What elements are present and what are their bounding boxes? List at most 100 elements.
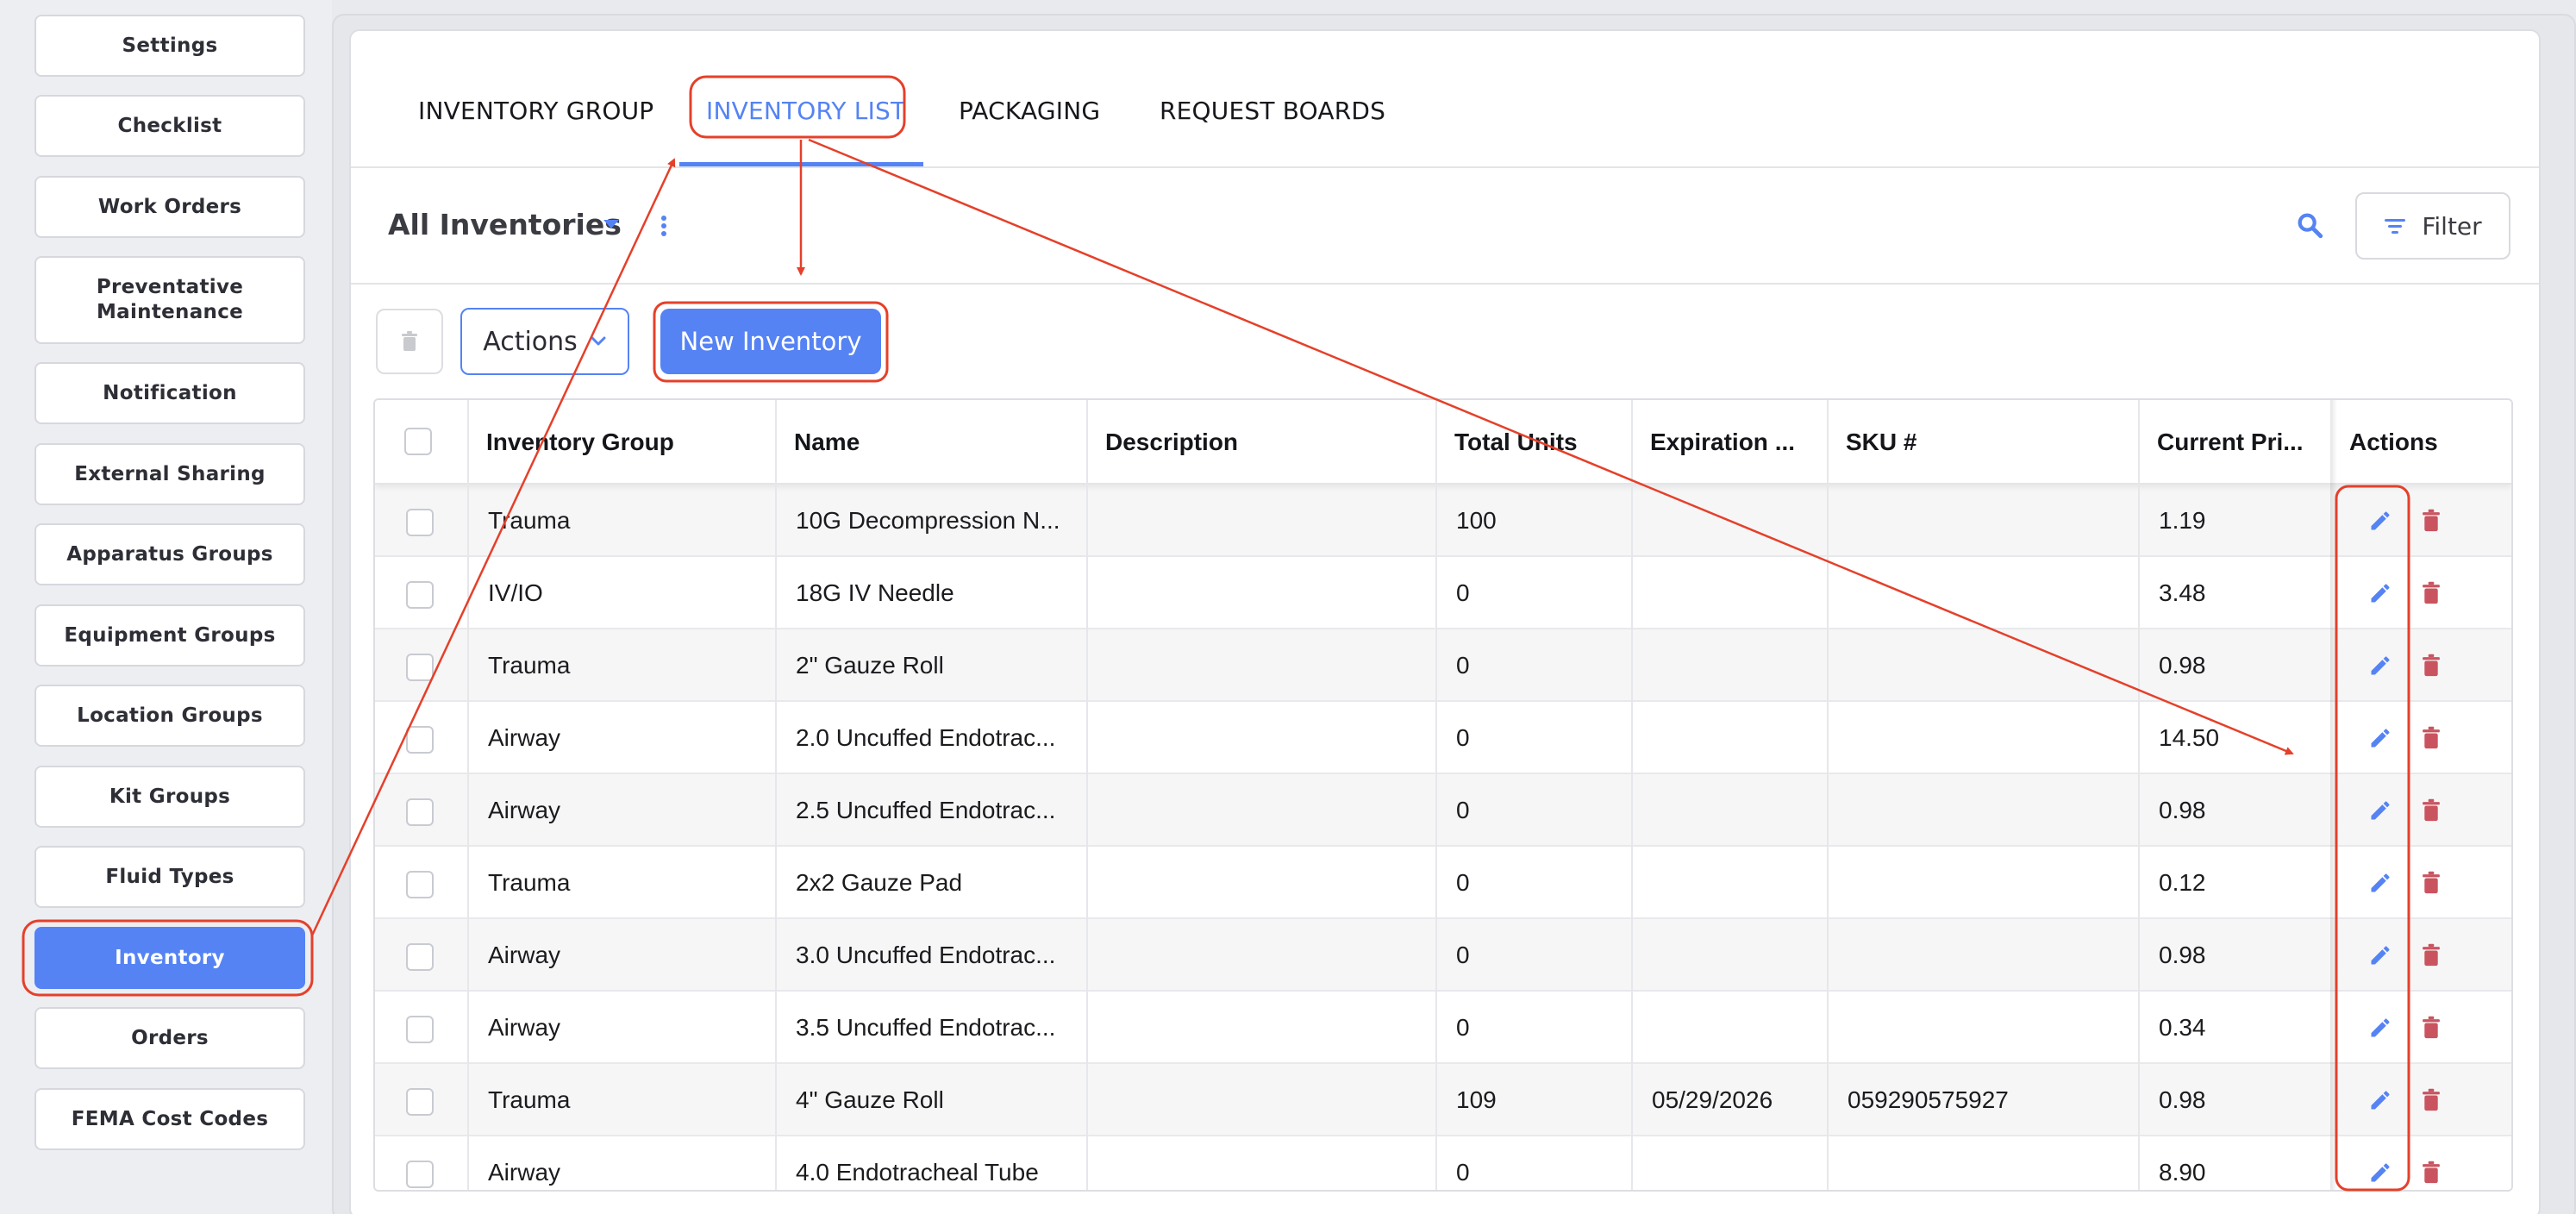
sidebar-item-notification[interactable]: Notification: [34, 362, 305, 424]
column-header-current-price[interactable]: Current Pri...: [2140, 400, 2330, 485]
pencil-icon[interactable]: [2368, 1016, 2392, 1040]
trash-icon[interactable]: [2422, 1161, 2441, 1185]
trash-icon[interactable]: [2422, 726, 2441, 750]
cell-name: 2" Gauze Roll: [796, 652, 944, 679]
tab-inventory-list[interactable]: INVENTORY LIST: [706, 97, 905, 125]
new-inventory-button[interactable]: New Inventory: [660, 309, 881, 374]
row-checkbox[interactable]: [406, 1088, 434, 1116]
sidebar-item-apparatus-groups[interactable]: Apparatus Groups: [34, 523, 305, 585]
tabs-divider: [351, 166, 2539, 168]
actions-dropdown[interactable]: Actions: [460, 308, 629, 375]
row-checkbox[interactable]: [406, 943, 434, 971]
view-selector[interactable]: All Inventories: [388, 208, 622, 241]
pencil-icon[interactable]: [2368, 1161, 2392, 1185]
cell-sku: [1829, 557, 2139, 629]
cell-name: 2x2 Gauze Pad: [796, 869, 963, 896]
row-actions: [2332, 847, 2511, 919]
column-divider: [467, 400, 469, 1190]
pencil-icon[interactable]: [2368, 798, 2392, 823]
trash-icon[interactable]: [2422, 1088, 2441, 1112]
cell-total-units: 109: [1456, 1086, 1497, 1113]
trash-icon[interactable]: [2422, 509, 2441, 533]
sidebar-item-fema-cost-codes[interactable]: FEMA Cost Codes: [34, 1088, 305, 1150]
trash-icon[interactable]: [2422, 943, 2441, 967]
table-row[interactable]: Trauma 4" Gauze Roll 109 05/29/2026 05929057…: [375, 1064, 2511, 1136]
filter-icon: [2385, 219, 2406, 234]
sidebar-item-settings[interactable]: Settings: [34, 15, 305, 77]
pencil-icon[interactable]: [2368, 943, 2392, 967]
sidebar-item-fluid-types[interactable]: Fluid Types: [34, 846, 305, 908]
cell-total-units: 100: [1456, 507, 1497, 534]
sidebar-item-equipment-groups[interactable]: Equipment Groups: [34, 604, 305, 666]
cell-total-units: 0: [1456, 1159, 1470, 1186]
sidebar-item-orders[interactable]: Orders: [34, 1007, 305, 1069]
column-header-expiration[interactable]: Expiration ...: [1633, 400, 1828, 485]
table-row[interactable]: Airway 2.5 Uncuffed Endotrac... 0 0.98: [375, 774, 2511, 847]
bulk-delete-button[interactable]: [376, 309, 443, 374]
cell-sku: [1829, 485, 2139, 557]
tab-packaging[interactable]: PACKAGING: [959, 97, 1100, 125]
filter-button[interactable]: Filter: [2355, 192, 2510, 260]
column-header-description[interactable]: Description: [1088, 400, 1436, 485]
select-all-checkbox[interactable]: [404, 428, 432, 455]
row-checkbox[interactable]: [406, 654, 434, 681]
table-row[interactable]: IV/IO 18G IV Needle 0 3.48: [375, 557, 2511, 629]
row-checkbox[interactable]: [406, 1161, 434, 1188]
cell-description: [1088, 919, 1436, 992]
tab-inventory-group[interactable]: INVENTORY GROUP: [418, 97, 653, 125]
column-header-sku[interactable]: SKU #: [1829, 400, 2139, 485]
cell-current-price: 8.90: [2159, 1159, 2206, 1186]
trash-icon[interactable]: [2422, 1016, 2441, 1040]
cell-sku: [1829, 992, 2139, 1064]
cell-current-price: 0.12: [2159, 869, 2206, 896]
table-row[interactable]: Trauma 2x2 Gauze Pad 0 0.12: [375, 847, 2511, 919]
trash-icon[interactable]: [2422, 581, 2441, 605]
table-header: Inventory Group Name Description Total U…: [375, 400, 2511, 485]
pencil-icon[interactable]: [2368, 1088, 2392, 1112]
sidebar-item-work-orders[interactable]: Work Orders: [34, 176, 305, 238]
search-icon[interactable]: [2295, 210, 2324, 240]
table-row[interactable]: Airway 4.0 Endotracheal Tube 0 8.90: [375, 1136, 2511, 1190]
cell-sku: [1829, 629, 2139, 702]
pencil-icon[interactable]: [2368, 871, 2392, 895]
sidebar-item-kit-groups[interactable]: Kit Groups: [34, 766, 305, 828]
sidebar-item-preventative-maintenance[interactable]: Preventative Maintenance: [34, 256, 305, 344]
row-checkbox[interactable]: [406, 726, 434, 754]
sidebar-item-location-groups[interactable]: Location Groups: [34, 685, 305, 747]
kebab-menu-icon[interactable]: [659, 214, 669, 240]
trash-icon[interactable]: [2422, 871, 2441, 895]
table-row[interactable]: Trauma 2" Gauze Roll 0 0.98: [375, 629, 2511, 702]
cell-name: 3.5 Uncuffed Endotrac...: [796, 1014, 1056, 1041]
column-header-inventory-group[interactable]: Inventory Group: [469, 400, 776, 485]
table-row[interactable]: Airway 3.0 Uncuffed Endotrac... 0 0.98: [375, 919, 2511, 992]
column-header-total-units[interactable]: Total Units: [1437, 400, 1632, 485]
cell-sku: [1829, 702, 2139, 774]
row-checkbox[interactable]: [406, 871, 434, 898]
row-checkbox[interactable]: [406, 509, 434, 536]
sidebar-item-external-sharing[interactable]: External Sharing: [34, 443, 305, 505]
cell-name: 3.0 Uncuffed Endotrac...: [796, 942, 1056, 968]
table-row[interactable]: Airway 2.0 Uncuffed Endotrac... 0 14.50: [375, 702, 2511, 774]
trash-icon[interactable]: [2422, 654, 2441, 678]
chevron-down-icon[interactable]: [603, 220, 619, 228]
row-checkbox[interactable]: [406, 581, 434, 609]
row-checkbox[interactable]: [406, 798, 434, 826]
pencil-icon[interactable]: [2368, 509, 2392, 533]
trash-icon[interactable]: [2422, 798, 2441, 823]
table-row[interactable]: Trauma 10G Decompression N... 100 1.19: [375, 485, 2511, 557]
cell-expiration: [1633, 992, 1828, 1064]
cell-total-units: 0: [1456, 579, 1470, 606]
tab-request-boards[interactable]: REQUEST BOARDS: [1160, 97, 1385, 125]
cell-description: [1088, 847, 1436, 919]
row-actions: [2332, 992, 2511, 1064]
column-header-name[interactable]: Name: [777, 400, 1087, 485]
cell-name: 18G IV Needle: [796, 579, 954, 606]
pencil-icon[interactable]: [2368, 654, 2392, 678]
pencil-icon[interactable]: [2368, 581, 2392, 605]
pencil-icon[interactable]: [2368, 726, 2392, 750]
sidebar-item-checklist[interactable]: Checklist: [34, 95, 305, 157]
row-checkbox[interactable]: [406, 1016, 434, 1043]
table-row[interactable]: Airway 3.5 Uncuffed Endotrac... 0 0.34: [375, 992, 2511, 1064]
sidebar-item-inventory[interactable]: Inventory: [34, 927, 305, 989]
cell-current-price: 0.98: [2159, 652, 2206, 679]
